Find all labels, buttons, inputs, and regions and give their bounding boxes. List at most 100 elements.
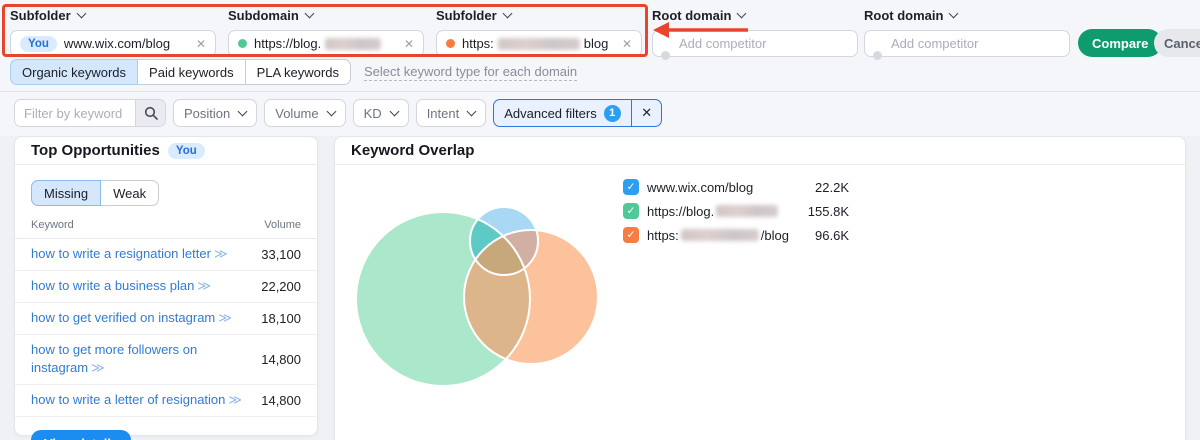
chevron-down-icon [76,8,87,19]
domain-input-1[interactable]: You www.wix.com/blog ✕ [10,30,216,57]
chevron-down-icon [237,106,248,116]
domain-type-label: Root domain [864,8,944,23]
add-competitor-input[interactable] [864,30,1070,57]
tab-organic-keywords[interactable]: Organic keywords [10,59,139,85]
chevron-down-icon [326,106,337,116]
advanced-filters-group: Advanced filters 1 ✕ [493,99,663,127]
domain-comparison-bar: Subfolder You www.wix.com/blog ✕ Subdoma… [0,0,1200,136]
column-volume: Volume [264,219,301,231]
close-icon[interactable]: ✕ [196,37,206,51]
domain-value: https: blog [462,36,609,51]
checkbox-checked[interactable]: ✓ [623,179,639,195]
orange-dot-icon [446,39,455,48]
domain-selector-5: Root domain [864,8,1070,60]
tab-pla-keywords[interactable]: PLA keywords [244,59,351,85]
domain-type-dropdown-3[interactable]: Subfolder [436,8,642,23]
domain-type-dropdown-1[interactable]: Subfolder [10,8,216,23]
keyword-link[interactable]: how to write a letter of resignation ≫ [31,391,253,410]
filter-count-badge: 1 [603,104,621,122]
toggle-missing[interactable]: Missing [31,180,102,206]
clear-advanced-filters-button[interactable]: ✕ [632,100,661,126]
blurred-text [680,229,759,241]
add-competitor-input[interactable] [652,30,858,57]
toggle-weak[interactable]: Weak [100,180,160,206]
close-icon[interactable]: ✕ [622,37,632,51]
volume-value: 18,100 [261,310,301,326]
view-details-button[interactable]: View details [31,430,132,440]
domain-selector-4: Root domain [652,8,858,60]
legend-row: ✓ https://blog. 155.8K [623,199,849,223]
table-row: how to get verified on instagram ≫ 18,100 [15,303,317,335]
position-filter-dropdown[interactable]: Position [173,99,258,127]
checkbox-checked[interactable]: ✓ [623,203,639,219]
search-button[interactable] [135,100,165,126]
keyword-overlap-header: Keyword Overlap [335,137,1185,165]
chevron-down-icon [466,106,477,116]
legend-value: 155.8K [807,203,849,219]
domain-input-2[interactable]: https://blog. ✕ [228,30,424,57]
tab-paid-keywords[interactable]: Paid keywords [137,59,246,85]
intent-filter-dropdown[interactable]: Intent [415,99,487,127]
domain-value: www.wix.com/blog [63,36,171,51]
domain-type-dropdown-5[interactable]: Root domain [864,8,1070,23]
panel-title: Top Opportunities [31,142,160,159]
compare-button[interactable]: Compare [1078,29,1163,57]
blurred-text [497,37,580,50]
legend-row: ✓ https:/blog 96.6K [623,223,849,247]
table-row: how to get more followers on instagram ≫ … [15,335,317,386]
keyword-link[interactable]: how to write a resignation letter ≫ [31,245,253,264]
keyword-type-tabs: Organic keywords Paid keywords PLA keywo… [10,59,578,85]
keyword-link[interactable]: how to get more followers on instagram ≫ [31,341,253,379]
column-keyword: Keyword [31,219,74,231]
gray-dot-icon [873,51,882,60]
domain-selector-3: Subfolder https: blog ✕ [436,8,642,57]
table-column-headers: Keyword Volume [15,206,317,239]
venn-diagram [355,206,599,387]
kd-filter-dropdown[interactable]: KD [352,99,409,127]
double-arrow-icon: ≫ [197,277,211,293]
chevron-down-icon [736,8,747,19]
legend-value: 22.2K [815,179,849,195]
advanced-filters-button[interactable]: Advanced filters 1 [494,100,631,126]
legend-label: www.wix.com/blog [647,179,754,195]
cancel-button[interactable]: Cancel [1154,29,1200,57]
blurred-text [325,37,382,50]
legend-row: ✓ www.wix.com/blog 22.2K [623,175,849,199]
top-opportunities-header: Top Opportunities You [15,137,317,165]
chevron-down-icon [502,8,513,19]
checkbox-checked[interactable]: ✓ [623,227,639,243]
keyword-link[interactable]: how to write a business plan ≫ [31,277,253,296]
chevron-down-icon [304,8,315,19]
keyword-type-hint: Select keyword type for each domain [363,63,578,81]
keyword-link[interactable]: how to get verified on instagram ≫ [31,309,253,328]
volume-value: 14,800 [261,351,301,367]
top-opportunities-panel: Top Opportunities You Missing Weak Keywo… [14,136,318,440]
you-badge: You [20,35,57,52]
table-row: how to write a business plan ≫ 22,200 [15,271,317,303]
domain-type-dropdown-2[interactable]: Subdomain [228,8,424,23]
domain-selector-1: Subfolder You www.wix.com/blog ✕ [10,8,216,57]
domain-type-dropdown-4[interactable]: Root domain [652,8,858,23]
domain-type-label: Subfolder [10,8,71,23]
chevron-down-icon [389,106,400,116]
panel-title: Keyword Overlap [351,142,475,159]
keyword-filter-input[interactable] [15,100,135,126]
domain-type-label: Root domain [652,8,732,23]
volume-filter-dropdown[interactable]: Volume [264,99,346,127]
blurred-text [716,205,779,217]
overlap-legend: ✓ www.wix.com/blog 22.2K ✓ https://blog.… [623,175,849,247]
divider [0,91,1200,92]
table-row: how to write a letter of resignation ≫ 14… [15,385,317,418]
double-arrow-icon: ≫ [91,360,105,376]
green-dot-icon [238,39,247,48]
domain-input-3[interactable]: https: blog ✕ [436,30,642,57]
volume-value: 22,200 [261,278,301,294]
keyword-filter-group [14,99,166,127]
legend-value: 96.6K [815,227,849,243]
gray-dot-icon [661,51,670,60]
keyword-overlap-panel: Keyword Overlap ✓ www.wix.com/blog 22.2K… [334,136,1186,440]
double-arrow-icon: ≫ [213,246,228,261]
missing-weak-toggle: Missing Weak [31,180,160,206]
volume-value: 33,100 [261,246,301,262]
close-icon[interactable]: ✕ [404,37,414,51]
